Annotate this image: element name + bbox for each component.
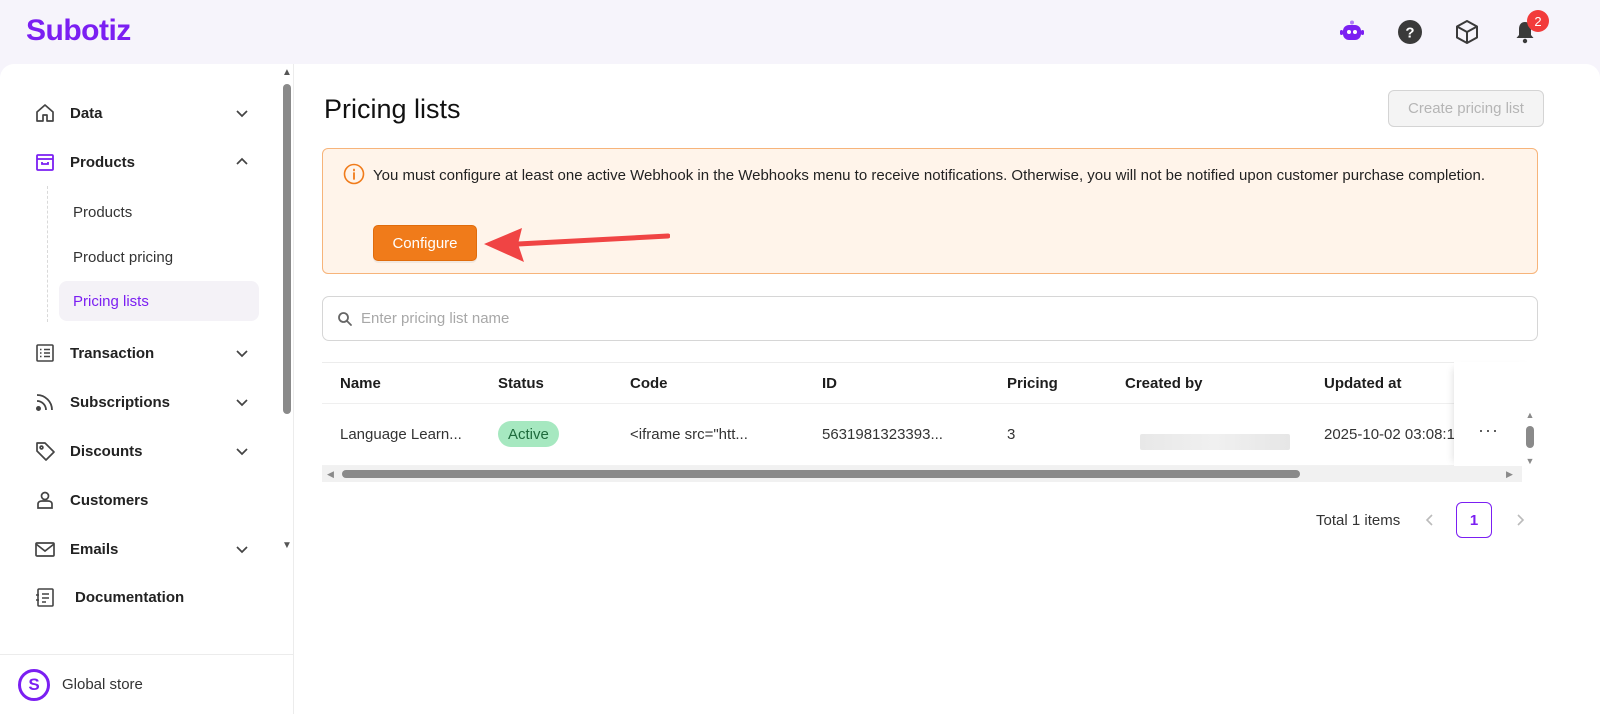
package-icon[interactable]: [1453, 18, 1481, 46]
sidebar-item-discounts[interactable]: Discounts: [20, 431, 260, 471]
sidebar-subitem-product-pricing[interactable]: Product pricing: [59, 237, 259, 277]
table-horizontal-scroll-thumb[interactable]: [342, 470, 1300, 478]
create-pricing-list-button[interactable]: Create pricing list: [1388, 90, 1544, 127]
cell-name[interactable]: Language Learn...: [340, 426, 462, 443]
list-icon: [32, 340, 58, 366]
pagination-total: Total 1 items: [1316, 512, 1401, 529]
annotation-arrow-icon: [484, 228, 670, 262]
sidebar-item-label: Data: [70, 104, 103, 122]
more-actions-icon[interactable]: ···: [1478, 420, 1499, 441]
sidebar-item-label: Documentation: [75, 588, 185, 606]
sidebar-item-data[interactable]: Data: [20, 93, 260, 133]
chevron-up-icon: [236, 157, 248, 165]
column-header-created-by[interactable]: Created by: [1125, 375, 1203, 392]
cell-code: <iframe src="htt...: [630, 426, 748, 443]
scroll-down-arrow-icon[interactable]: ▼: [281, 541, 293, 551]
column-header-id[interactable]: ID: [822, 375, 837, 392]
page-title: Pricing lists: [324, 94, 461, 124]
help-icon[interactable]: ?: [1396, 18, 1424, 46]
rss-icon: [32, 389, 58, 415]
sidebar-item-documentation[interactable]: Documentation: [20, 577, 260, 617]
sidebar-item-customers[interactable]: Customers: [20, 480, 260, 520]
info-circle-icon: [343, 163, 365, 185]
sidebar-nav: Data Products Products Product pricing P…: [0, 64, 280, 654]
sidebar-item-label: Products: [70, 153, 136, 171]
column-header-name[interactable]: Name: [340, 375, 381, 392]
sidebar-subitem-products[interactable]: Products: [59, 192, 259, 232]
chevron-left-icon[interactable]: [1422, 512, 1438, 528]
sidebar-item-emails[interactable]: Emails: [20, 529, 260, 569]
top-header: Subotiz ? 2: [0, 0, 1600, 64]
column-header-pricing[interactable]: Pricing: [1007, 375, 1058, 392]
store-icon: S: [18, 668, 50, 701]
chevron-down-icon: [236, 110, 248, 118]
sidebar-item-transaction[interactable]: Transaction: [20, 333, 260, 373]
mail-icon: [32, 536, 58, 562]
notification-badge: 2: [1527, 10, 1549, 32]
document-icon: [32, 584, 58, 610]
bell-icon[interactable]: 2: [1511, 10, 1549, 46]
pagination: Total 1 items 1: [1314, 502, 1544, 538]
configure-button[interactable]: Configure: [373, 225, 477, 261]
chevron-down-icon: [236, 448, 248, 456]
pricing-lists-table: Name Status Code ID Pricing Created by U…: [322, 362, 1538, 484]
column-header-updated-at[interactable]: Updated at: [1324, 375, 1402, 392]
sidebar-item-label: Customers: [70, 491, 149, 509]
table-horizontal-scrollbar[interactable]: ◀ ▶: [322, 466, 1522, 482]
app-logo[interactable]: Subotiz: [26, 14, 131, 48]
chevron-down-icon: [236, 350, 248, 358]
sidebar: Data Products Products Product pricing P…: [0, 64, 294, 714]
sidebar-item-subscriptions[interactable]: Subscriptions: [20, 382, 260, 422]
search-input[interactable]: [361, 310, 1461, 327]
table-row[interactable]: Language Learn... Active <iframe src="ht…: [322, 404, 1538, 466]
scroll-up-arrow-icon[interactable]: ▲: [281, 68, 293, 78]
actions-column: ··· ▲ ▼: [1454, 362, 1538, 468]
scroll-right-arrow-icon[interactable]: ▶: [1506, 469, 1513, 480]
home-icon: [32, 100, 58, 126]
sidebar-item-label: Emails: [70, 540, 119, 558]
assistant-bot-icon[interactable]: [1338, 18, 1366, 46]
scroll-left-arrow-icon[interactable]: ◀: [327, 469, 334, 480]
scroll-up-arrow-icon[interactable]: ▲: [1524, 410, 1536, 420]
chevron-right-icon[interactable]: [1512, 512, 1528, 528]
chevron-down-icon: [236, 546, 248, 554]
sidebar-item-products[interactable]: Products: [20, 142, 260, 182]
table-vertical-scrollbar[interactable]: ▲ ▼: [1524, 410, 1536, 466]
store-switcher[interactable]: S Global store: [0, 654, 294, 714]
sidebar-subitem-pricing-lists[interactable]: Pricing lists: [59, 281, 259, 321]
main-content: Pricing lists Create pricing list You mu…: [294, 64, 1600, 714]
sidebar-item-label: Discounts: [70, 442, 143, 460]
svg-text:?: ?: [1405, 25, 1414, 42]
submenu-guide-line: [47, 186, 48, 322]
scroll-down-arrow-icon[interactable]: ▼: [1524, 456, 1536, 466]
status-badge: Active: [498, 421, 559, 447]
shop-icon: [32, 149, 58, 175]
sidebar-item-label: Subscriptions: [70, 393, 171, 411]
sidebar-scrollbar[interactable]: ▲ ▼: [281, 64, 293, 654]
alert-message: You must configure at least one active W…: [373, 167, 1486, 184]
pagination-page-1[interactable]: 1: [1456, 502, 1492, 538]
search-box[interactable]: [322, 296, 1538, 341]
cell-created-by-redacted: [1140, 434, 1290, 450]
sidebar-item-label: Transaction: [70, 344, 155, 362]
tag-icon: [32, 438, 58, 464]
table-vertical-scroll-thumb[interactable]: [1526, 426, 1534, 448]
sidebar-scroll-thumb[interactable]: [283, 84, 291, 414]
search-icon: [338, 311, 352, 326]
store-label: Global store: [62, 676, 143, 693]
table-header: Name Status Code ID Pricing Created by U…: [322, 362, 1538, 404]
column-header-status[interactable]: Status: [498, 375, 544, 392]
cell-updated-at: 2025-10-02 03:08:1: [1324, 426, 1455, 443]
chevron-down-icon: [236, 399, 248, 407]
cell-pricing: 3: [1007, 426, 1016, 443]
cell-id: 5631981323393...: [822, 426, 943, 443]
column-header-code[interactable]: Code: [630, 375, 668, 392]
user-icon: [32, 487, 58, 513]
